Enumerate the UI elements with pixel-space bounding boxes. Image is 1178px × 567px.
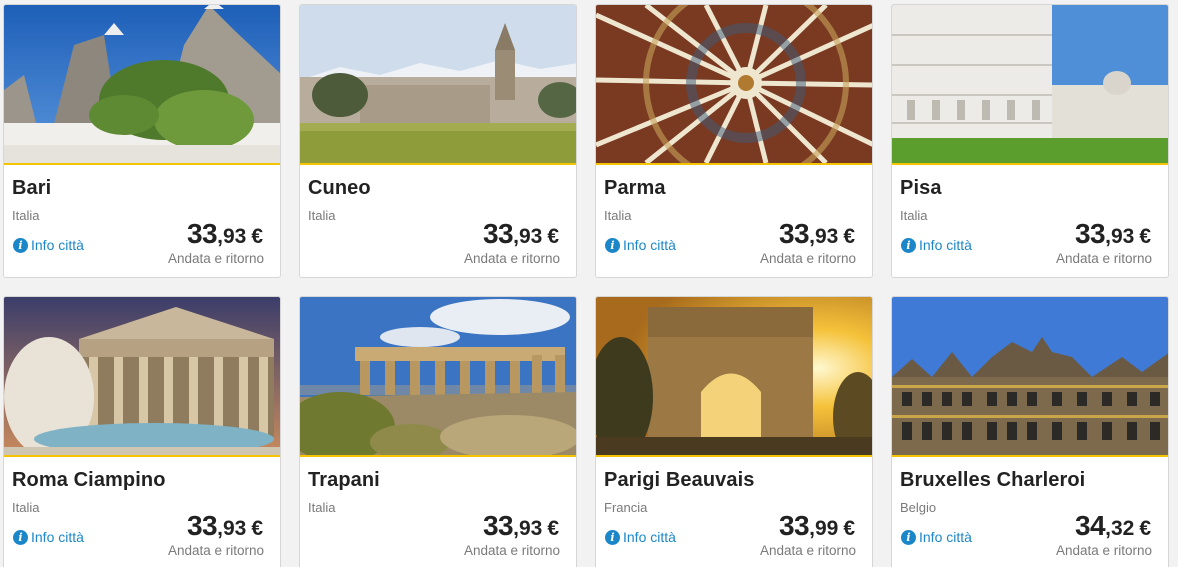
info-city-label: Info città	[623, 529, 676, 545]
info-city-link[interactable]: i Info città	[13, 529, 84, 545]
dome-fresco-photo	[596, 5, 872, 163]
country-name: Italia	[308, 208, 336, 223]
info-city-label: Info città	[31, 237, 84, 253]
accent-bar	[596, 455, 872, 457]
trip-type: Andata e ritorno	[167, 251, 264, 266]
country-name: Belgio	[900, 500, 937, 515]
city-name: Pisa	[900, 177, 942, 199]
price: 34 ,32 €	[1075, 510, 1151, 542]
price: 33 ,99 €	[779, 510, 855, 542]
info-icon: i	[605, 529, 620, 545]
destination-card-parma[interactable]: Parma Italia i Info città 33 ,93 € Andat…	[595, 4, 873, 278]
country-name: Italia	[12, 208, 40, 223]
price-integer: 33	[778, 218, 810, 249]
info-city-link[interactable]: i Info città	[901, 237, 972, 253]
city-name: Roma Ciampino	[12, 469, 166, 491]
info-icon: i	[13, 237, 28, 253]
accent-bar	[4, 455, 280, 457]
price: 33 ,93 €	[187, 218, 263, 250]
destination-card-cuneo[interactable]: Cuneo Italia 33 ,93 € Andata e ritorno	[299, 4, 577, 278]
price: 33 ,93 €	[1075, 218, 1151, 250]
price-currency: €	[251, 517, 263, 540]
city-name: Cuneo	[308, 177, 371, 199]
accent-bar	[892, 163, 1168, 165]
price-currency: €	[1139, 225, 1151, 248]
trip-type: Andata e ritorno	[759, 251, 856, 266]
price-currency: €	[843, 517, 855, 540]
price-decimals: ,93	[217, 517, 247, 540]
price-integer: 33	[482, 218, 514, 249]
price-decimals: ,93	[513, 225, 543, 248]
city-name: Parma	[604, 177, 666, 199]
price-integer: 33	[778, 510, 810, 541]
destination-card-bruxelles-charleroi[interactable]: Bruxelles Charleroi Belgio i Info città …	[891, 296, 1169, 567]
country-name: Italia	[604, 208, 632, 223]
destination-card-parigi-beauvais[interactable]: Parigi Beauvais Francia i Info città 33 …	[595, 296, 873, 567]
info-icon: i	[13, 529, 28, 545]
trip-type: Andata e ritorno	[463, 251, 560, 266]
city-name: Bari	[12, 177, 52, 199]
info-city-label: Info città	[31, 529, 84, 545]
price-decimals: ,93	[1105, 225, 1135, 248]
info-city-link[interactable]: i Info città	[605, 237, 676, 253]
info-city-label: Info città	[919, 529, 972, 545]
accent-bar	[300, 455, 576, 457]
price-integer: 33	[186, 510, 218, 541]
price-decimals: ,93	[513, 517, 543, 540]
country-name: Italia	[308, 500, 336, 515]
city-name: Bruxelles Charleroi	[900, 469, 1086, 491]
country-name: Italia	[900, 208, 928, 223]
cuneo-abbey-photo	[300, 5, 576, 163]
country-name: Francia	[604, 500, 648, 515]
city-name: Trapani	[308, 469, 380, 491]
price-decimals: ,32	[1105, 517, 1135, 540]
price: 33 ,93 €	[483, 218, 559, 250]
trip-type: Andata e ritorno	[463, 543, 560, 558]
price-decimals: ,93	[217, 225, 247, 248]
info-city-link[interactable]: i Info città	[901, 529, 972, 545]
price-integer: 33	[482, 510, 514, 541]
price-integer: 34	[1074, 510, 1106, 541]
info-icon: i	[901, 529, 916, 545]
pantheon-photo	[4, 297, 280, 455]
price: 33 ,93 €	[779, 218, 855, 250]
city-name: Parigi Beauvais	[604, 469, 755, 491]
leaning-tower-photo	[892, 5, 1168, 163]
price: 33 ,93 €	[483, 510, 559, 542]
info-city-label: Info città	[919, 237, 972, 253]
trip-type: Andata e ritorno	[167, 543, 264, 558]
price-currency: €	[547, 517, 559, 540]
info-city-link[interactable]: i Info città	[13, 237, 84, 253]
info-city-label: Info città	[623, 237, 676, 253]
price-decimals: ,93	[809, 225, 839, 248]
arc-de-triomphe-photo	[596, 297, 872, 455]
price-currency: €	[1139, 517, 1151, 540]
trip-type: Andata e ritorno	[1055, 251, 1152, 266]
greek-temple-photo	[300, 297, 576, 455]
info-icon: i	[901, 237, 916, 253]
trip-type: Andata e ritorno	[1055, 543, 1152, 558]
grand-place-photo	[892, 297, 1168, 455]
accent-bar	[300, 163, 576, 165]
price: 33 ,93 €	[187, 510, 263, 542]
info-icon: i	[605, 237, 620, 253]
price-decimals: ,99	[809, 517, 839, 540]
destination-card-pisa[interactable]: Pisa Italia i Info città 33 ,93 € Andata…	[891, 4, 1169, 278]
price-currency: €	[843, 225, 855, 248]
accent-bar	[4, 163, 280, 165]
accent-bar	[596, 163, 872, 165]
accent-bar	[892, 455, 1168, 457]
destination-grid: Bari Italia i Info città 33 ,93 € Andata…	[0, 0, 1178, 567]
price-integer: 33	[186, 218, 218, 249]
trulli-photo	[4, 5, 280, 163]
destination-card-trapani[interactable]: Trapani Italia 33 ,93 € Andata e ritorno	[299, 296, 577, 567]
price-integer: 33	[1074, 218, 1106, 249]
destination-card-bari[interactable]: Bari Italia i Info città 33 ,93 € Andata…	[3, 4, 281, 278]
destination-card-roma-ciampino[interactable]: Roma Ciampino Italia i Info città 33 ,93…	[3, 296, 281, 567]
price-currency: €	[251, 225, 263, 248]
info-city-link[interactable]: i Info città	[605, 529, 676, 545]
trip-type: Andata e ritorno	[759, 543, 856, 558]
country-name: Italia	[12, 500, 40, 515]
price-currency: €	[547, 225, 559, 248]
